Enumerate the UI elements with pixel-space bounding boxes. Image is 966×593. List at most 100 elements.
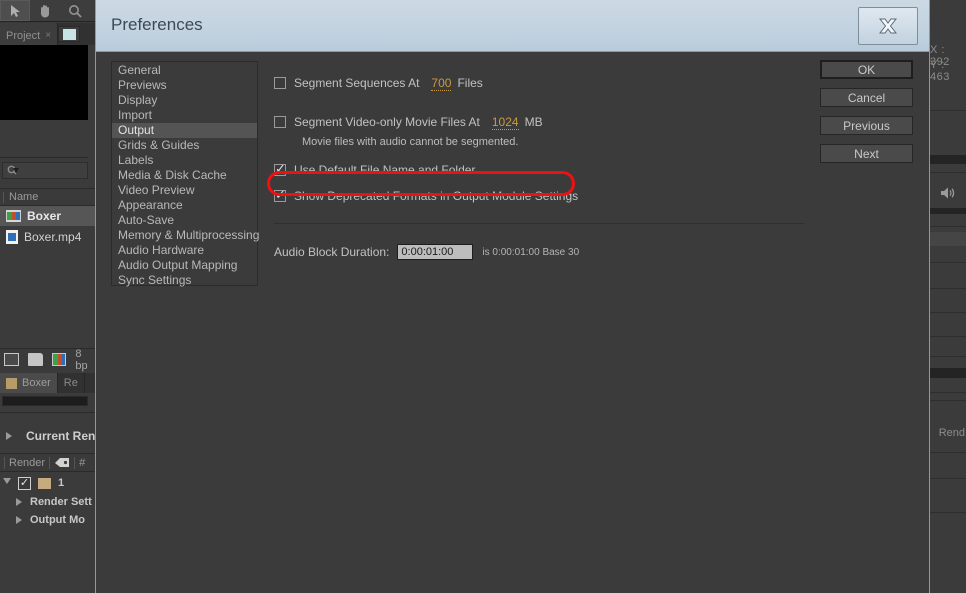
segment-video-only-checkbox[interactable] — [274, 116, 286, 128]
category-output[interactable]: Output — [112, 123, 257, 138]
show-deprecated-label: Show Deprecated Formats in Output Module… — [294, 189, 579, 203]
use-default-name-row: Use Default File Name and Folder — [274, 161, 814, 179]
category-audio-output-mapping[interactable]: Audio Output Mapping — [112, 258, 257, 273]
application-window: Project × Name Boxer Boxer.mp4 8 bp Boxe… — [0, 0, 966, 593]
render-queue-row-number: 1 — [58, 477, 65, 489]
project-footer-toolbar: 8 bp — [0, 348, 95, 372]
output-preferences-pane: Segment Sequences At 700 Files Segment V… — [274, 61, 814, 261]
project-settings-icon[interactable] — [51, 353, 67, 366]
current-render-label: Current Ren — [26, 429, 96, 443]
dialog-body: General Previews Display Import Output G… — [96, 52, 929, 593]
column-header-render: Render — [9, 456, 46, 469]
project-panel-tabrow: Project × — [0, 23, 95, 45]
list-item-label: Boxer.mp4 — [24, 230, 82, 244]
tab-project[interactable]: Project × — [0, 23, 59, 45]
use-default-name-label: Use Default File Name and Folder — [294, 163, 476, 177]
next-button[interactable]: Next — [820, 144, 913, 163]
tab-boxer[interactable]: Boxer — [0, 373, 58, 393]
segment-video-only-unit: MB — [524, 115, 543, 129]
ok-button[interactable]: OK — [820, 60, 913, 79]
disclosure-triangle-icon[interactable] — [3, 478, 11, 488]
audio-speaker-icon[interactable] — [940, 186, 956, 205]
segment-video-only-value[interactable]: 1024 — [491, 115, 519, 130]
coordinate-y: Y : 463 — [930, 59, 950, 83]
category-auto-save[interactable]: Auto-Save — [112, 213, 257, 228]
segment-sequences-unit: Files — [457, 76, 483, 90]
segment-sequences-checkbox[interactable] — [274, 77, 286, 89]
divider — [0, 412, 95, 413]
new-composition-icon[interactable] — [4, 353, 19, 366]
category-general[interactable]: General — [112, 63, 257, 78]
right-panel-stack: X : 392 Y : 463 Rend — [930, 0, 966, 593]
cancel-button[interactable]: Cancel — [820, 88, 913, 107]
show-deprecated-checkbox[interactable] — [274, 187, 286, 203]
composition-icon — [6, 210, 21, 222]
project-thumbnail-preview — [0, 45, 88, 120]
category-previews[interactable]: Previews — [112, 78, 257, 93]
tab-project-label: Project — [6, 29, 41, 42]
render-settings-label: Render Sett — [30, 496, 92, 508]
list-item-label: Boxer — [27, 209, 62, 223]
preferences-dialog: Preferences General Previews Display Imp… — [95, 0, 930, 593]
close-icon[interactable] — [858, 7, 918, 45]
segment-video-only-label: Segment Video-only Movie Files At — [294, 115, 480, 129]
tools-toolbar — [0, 0, 95, 22]
bit-depth-label[interactable]: 8 bp — [75, 348, 95, 372]
render-queue-tabrow: Boxer Re — [0, 373, 95, 393]
tag-icon — [55, 457, 70, 467]
disclosure-triangle-icon[interactable] — [16, 516, 22, 524]
segment-sequences-row: Segment Sequences At 700 Files — [274, 74, 814, 92]
panel-swatch — [58, 26, 80, 42]
disclosure-triangle-icon[interactable] — [16, 498, 22, 506]
output-module-row[interactable]: Output Mo — [0, 511, 95, 529]
previous-button[interactable]: Previous — [820, 116, 913, 135]
project-info-area — [0, 120, 88, 158]
category-video-preview[interactable]: Video Preview — [112, 183, 257, 198]
render-progress-strip — [2, 396, 88, 406]
segment-video-only-row: Segment Video-only Movie Files At 1024 M… — [274, 113, 814, 131]
new-folder-icon[interactable] — [27, 353, 43, 366]
category-grids-and-guides[interactable]: Grids & Guides — [112, 138, 257, 153]
category-memory-and-multiprocessing[interactable]: Memory & Multiprocessing — [112, 228, 259, 243]
close-icon[interactable]: × — [45, 30, 51, 41]
render-queue-column-header: Render # — [0, 453, 95, 472]
show-deprecated-row: Show Deprecated Formats in Output Module… — [274, 187, 814, 205]
selection-tool-icon[interactable] — [0, 0, 30, 21]
current-render-section[interactable]: Current Ren — [0, 425, 95, 447]
category-audio-hardware[interactable]: Audio Hardware — [112, 243, 257, 258]
segment-sequences-value[interactable]: 700 — [431, 76, 452, 91]
search-icon — [7, 165, 19, 174]
preferences-category-list[interactable]: General Previews Display Import Output G… — [111, 61, 259, 288]
search-input[interactable] — [2, 162, 88, 179]
column-header-name: Name — [9, 191, 39, 203]
audio-block-duration-label: Audio Block Duration: — [274, 245, 390, 259]
category-media-and-disk-cache[interactable]: Media & Disk Cache — [112, 168, 257, 183]
dialog-button-column: OK Cancel Previous Next — [820, 60, 913, 172]
tab-render-queue-label: Re — [63, 377, 78, 389]
category-sync-settings[interactable]: Sync Settings — [112, 273, 257, 288]
audio-block-duration-input[interactable]: 0:00:01:00 — [397, 244, 474, 260]
footage-file-icon — [6, 230, 18, 244]
disclosure-triangle-icon[interactable] — [6, 432, 12, 440]
output-module-label: Output Mo — [30, 514, 85, 526]
category-import[interactable]: Import — [112, 108, 257, 123]
list-item[interactable]: Boxer — [0, 206, 95, 226]
render-queue-row[interactable]: ✓ 1 — [0, 474, 95, 492]
category-appearance[interactable]: Appearance — [112, 198, 257, 213]
hand-tool-icon[interactable] — [30, 0, 60, 21]
list-item[interactable]: Boxer.mp4 — [0, 227, 95, 247]
category-display[interactable]: Display — [112, 93, 257, 108]
zoom-tool-icon[interactable] — [60, 0, 90, 21]
category-labels[interactable]: Labels — [112, 153, 257, 168]
use-default-name-checkbox[interactable] — [274, 161, 286, 177]
tab-render-queue[interactable]: Re — [58, 373, 85, 393]
column-header-number: # — [79, 456, 86, 469]
divider — [274, 223, 804, 224]
render-settings-row[interactable]: Render Sett — [0, 493, 95, 511]
segment-sequences-label: Segment Sequences At — [294, 76, 420, 90]
audio-block-duration-suffix: is 0:00:01:00 Base 30 — [482, 246, 580, 258]
project-column-header: Name — [0, 188, 95, 206]
render-checkbox[interactable]: ✓ — [18, 476, 31, 490]
dialog-titlebar: Preferences — [96, 0, 929, 52]
label-color-swatch[interactable] — [38, 477, 51, 489]
